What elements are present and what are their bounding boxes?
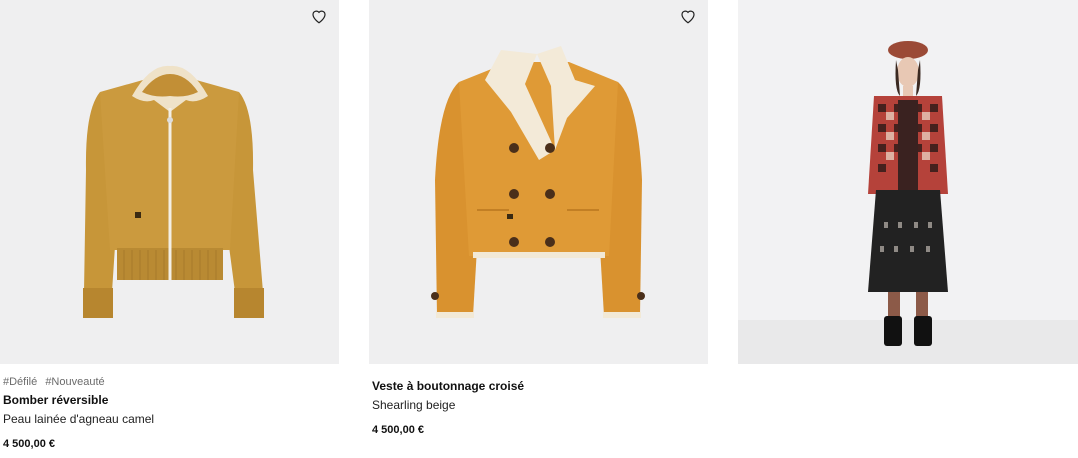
product-card-double-breasted-jacket[interactable]: Veste à boutonnage croisé Shearling beig… [369, 0, 708, 436]
product-name[interactable]: Veste à boutonnage croisé [372, 379, 708, 393]
product-name[interactable]: Bomber réversible [3, 393, 339, 407]
model-look-image [738, 41, 1078, 364]
product-card-bomber[interactable]: #Défilé #Nouveauté Bomber réversible Pea… [0, 0, 339, 450]
product-description: Peau lainée d'agneau camel [3, 412, 155, 426]
product-price: 4 500,00 € [372, 424, 424, 436]
wishlist-heart-icon[interactable] [310, 7, 328, 25]
product-image-look[interactable] [738, 0, 1078, 364]
product-image-bomber[interactable] [0, 0, 339, 364]
double-breasted-jacket-image [431, 46, 645, 318]
wishlist-heart-icon[interactable] [679, 7, 697, 25]
tag-defile[interactable]: #Défilé [3, 376, 37, 388]
product-image-double-breasted[interactable] [369, 0, 708, 364]
bomber-jacket-image [83, 65, 264, 318]
product-price: 4 500,00 € [3, 438, 55, 450]
tag-nouveaute[interactable]: #Nouveauté [45, 376, 104, 388]
product-card-look[interactable] [738, 0, 1078, 364]
product-tags: #Défilé #Nouveauté [3, 376, 339, 389]
product-description: Shearling beige [372, 398, 456, 412]
